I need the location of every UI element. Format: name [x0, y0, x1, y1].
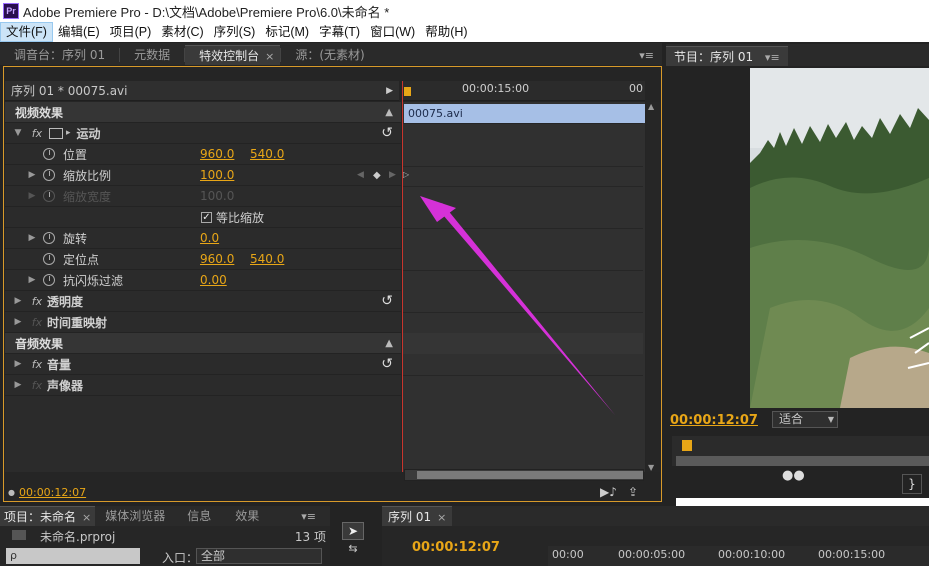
arrow-shaft [437, 203, 615, 415]
annotation-arrow [420, 196, 615, 415]
